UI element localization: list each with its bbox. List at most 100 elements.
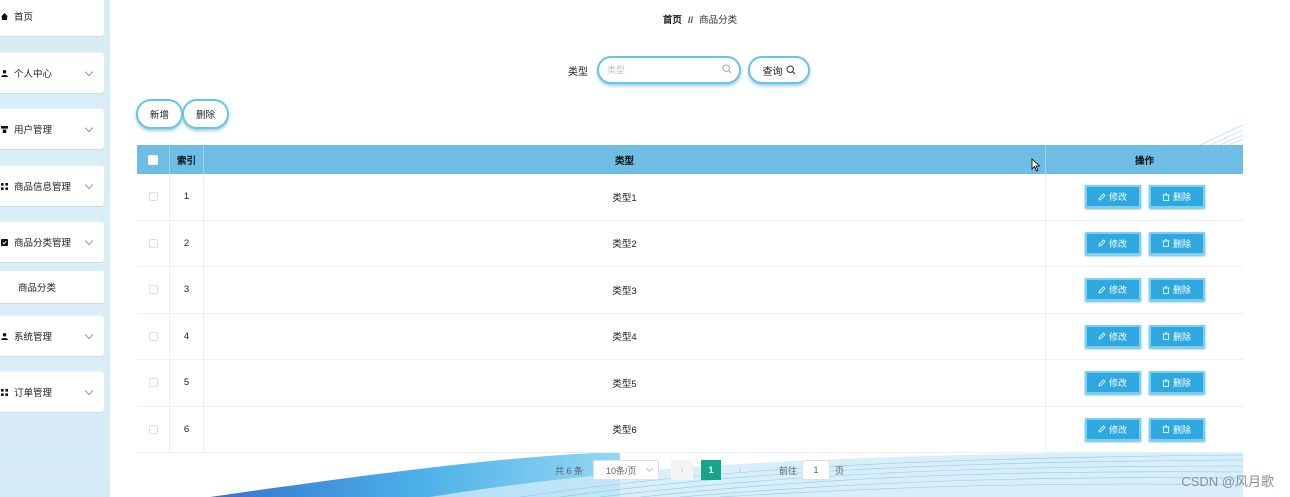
chevron-down-icon — [84, 123, 94, 132]
next-page-button[interactable]: › — [729, 460, 751, 480]
bulk-delete-button[interactable]: 删除 — [182, 99, 229, 129]
delete-button[interactable]: 删除 — [1148, 231, 1205, 255]
sidebar-item-label: 商品分类 — [18, 283, 57, 294]
row-type: 类型1 — [204, 174, 1046, 220]
sidebar-item-personal-center[interactable]: 个人中心 — [0, 53, 104, 93]
row-index: 6 — [170, 406, 204, 452]
delete-button[interactable]: 删除 — [1148, 371, 1205, 395]
user-icon — [1, 332, 8, 340]
chevron-down-icon — [84, 236, 94, 245]
prev-page-button[interactable]: ‹ — [671, 460, 694, 480]
edit-button-label: 修改 — [1108, 378, 1127, 389]
row-checkbox[interactable] — [148, 192, 158, 202]
user-icon — [1, 69, 8, 77]
edit-button[interactable]: 修改 — [1084, 371, 1141, 395]
grid-icon — [1, 182, 8, 190]
row-checkbox[interactable] — [148, 331, 158, 341]
sidebar-item-order-management[interactable]: 订单管理 — [0, 372, 104, 412]
edit-button[interactable]: 修改 — [1084, 231, 1141, 255]
sidebar-item-product-info[interactable]: 商品信息管理 — [0, 166, 104, 206]
pagination: 共 6 条 10条/页 ‹ 1 › 前往 1 页 — [555, 460, 844, 480]
edit-button-label: 修改 — [1108, 238, 1127, 249]
search-icon — [722, 64, 732, 74]
page-number-active[interactable]: 1 — [701, 460, 722, 480]
chevron-down-icon — [645, 464, 654, 473]
bulk-delete-button-label: 删除 — [195, 110, 215, 121]
app-root: 首页 个人中心 用户管理 商品信息管理 商品分类管理 商品分类 系统管理 订单管… — [0, 0, 1290, 497]
table-header: 索引 类型 操作 — [137, 145, 1243, 174]
header-checkbox-cell — [137, 145, 170, 174]
sidebar-item-user-management[interactable]: 用户管理 — [0, 109, 104, 149]
row-type: 类型5 — [204, 360, 1046, 406]
page-size-select[interactable]: 10条/页 — [593, 460, 660, 480]
pencil-icon — [1098, 379, 1106, 387]
edit-button-label: 修改 — [1108, 424, 1127, 435]
table-body: 1 类型1 修改 删除 2 类型2 修改 删除 3 类型3 修改 删除 4 类型4 修改 删除 5 类型5 修改 删除… — [137, 174, 1243, 453]
table-row: 2 类型2 修改 删除 — [137, 220, 1243, 267]
edit-button[interactable]: 修改 — [1084, 278, 1141, 302]
select-all-checkbox[interactable] — [148, 154, 158, 165]
watermark: CSDN @风月歌 — [1181, 474, 1274, 489]
trash-icon — [1162, 379, 1170, 387]
row-index: 2 — [170, 220, 204, 266]
edit-button-label: 修改 — [1108, 331, 1127, 342]
chevron-left-icon: ‹ — [680, 464, 684, 476]
breadcrumb-home[interactable]: 首页 — [663, 15, 682, 26]
delete-button[interactable]: 删除 — [1148, 324, 1205, 348]
row-ops: 修改 删除 — [1046, 360, 1243, 406]
edit-button[interactable]: 修改 — [1084, 417, 1141, 441]
grid-icon — [1, 388, 8, 396]
table-row: 1 类型1 修改 删除 — [137, 174, 1243, 221]
header-type[interactable]: 类型 — [204, 145, 1046, 174]
sidebar-item-label: 用户管理 — [14, 125, 53, 136]
row-checkbox-cell — [137, 220, 170, 266]
row-index: 5 — [170, 360, 204, 406]
sidebar-item-label: 系统管理 — [14, 332, 53, 343]
delete-button-label: 删除 — [1172, 238, 1191, 249]
trash-icon — [1162, 193, 1170, 201]
delete-button-label: 删除 — [1172, 378, 1191, 389]
add-button[interactable]: 新增 — [136, 99, 183, 129]
row-checkbox[interactable] — [148, 378, 158, 388]
chevron-down-icon — [84, 67, 94, 76]
home-icon — [1, 12, 8, 20]
sidebar-subitem-category[interactable]: 商品分类 — [0, 271, 104, 303]
header-index: 索引 — [170, 145, 204, 174]
edit-button[interactable]: 修改 — [1084, 185, 1141, 209]
query-button[interactable]: 查询 — [748, 56, 810, 84]
sidebar: 首页 个人中心 用户管理 商品信息管理 商品分类管理 商品分类 系统管理 订单管… — [0, 0, 110, 497]
page-size-value: 10条/页 — [606, 465, 637, 476]
row-type: 类型6 — [204, 406, 1046, 452]
search-input[interactable] — [607, 63, 719, 77]
row-ops: 修改 删除 — [1046, 267, 1243, 313]
sidebar-item-system-management[interactable]: 系统管理 — [0, 316, 104, 356]
row-checkbox[interactable] — [148, 238, 158, 248]
goto-page-input[interactable]: 1 — [802, 460, 831, 480]
row-ops: 修改 删除 — [1046, 174, 1243, 220]
sidebar-item-home[interactable]: 首页 — [0, 0, 104, 36]
delete-button[interactable]: 删除 — [1148, 417, 1205, 441]
sidebar-item-category-management[interactable]: 商品分类管理 — [0, 222, 104, 262]
pencil-icon — [1098, 425, 1106, 433]
edit-button[interactable]: 修改 — [1084, 324, 1141, 348]
row-checkbox-cell — [137, 406, 170, 452]
table-row: 4 类型4 修改 删除 — [137, 313, 1243, 360]
delete-button[interactable]: 删除 — [1148, 185, 1205, 209]
query-button-label: 查询 — [762, 66, 783, 78]
edit-button-label: 修改 — [1108, 285, 1127, 296]
row-checkbox-cell — [137, 174, 170, 220]
row-checkbox[interactable] — [148, 424, 158, 434]
row-checkbox-cell — [137, 267, 170, 313]
row-ops: 修改 删除 — [1046, 407, 1243, 453]
category-table: 索引 类型 操作 1 类型1 修改 删除 2 类型2 修改 删除 3 类型3 修改 删除 4 类型4 修改删… — [137, 145, 1243, 453]
pencil-icon — [1098, 286, 1106, 294]
search-icon — [785, 65, 795, 75]
pencil-icon — [1098, 239, 1106, 247]
row-index: 1 — [170, 174, 204, 220]
row-type: 类型2 — [204, 220, 1046, 266]
row-type: 类型3 — [204, 267, 1046, 313]
delete-button-label: 删除 — [1172, 285, 1191, 296]
page-suffix-label: 页 — [835, 465, 845, 476]
delete-button[interactable]: 删除 — [1148, 278, 1205, 302]
row-checkbox[interactable] — [148, 285, 158, 295]
